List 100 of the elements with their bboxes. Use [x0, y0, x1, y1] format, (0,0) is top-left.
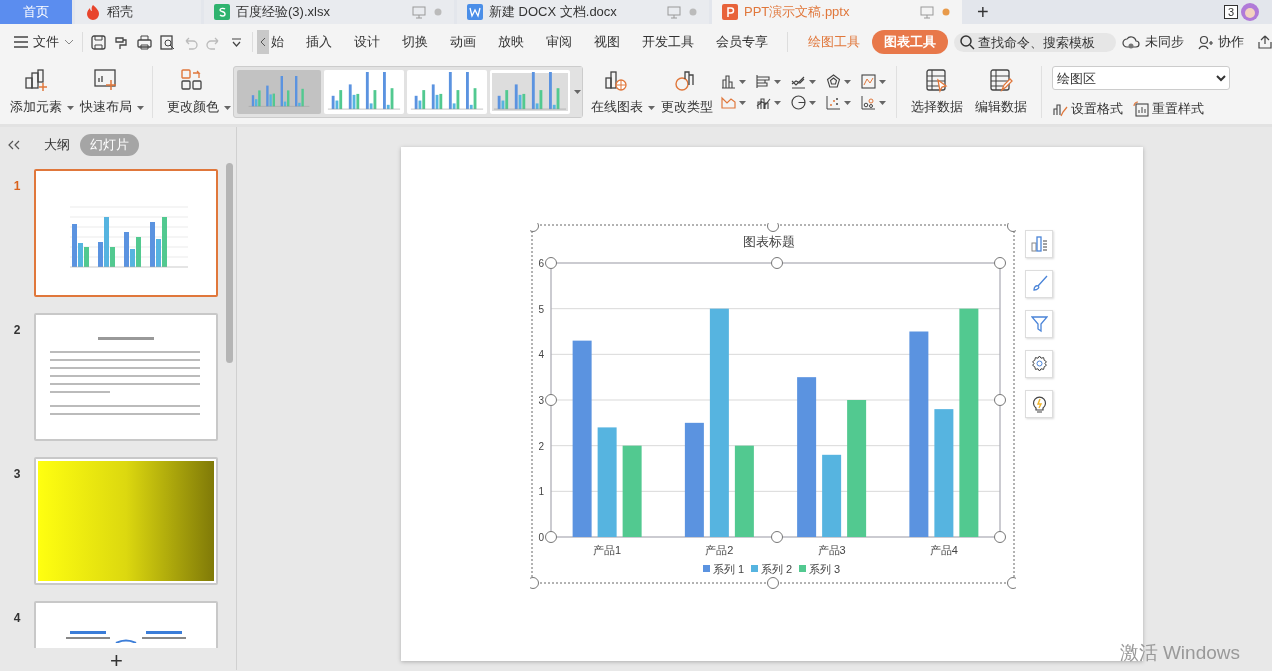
- legend-item[interactable]: 系列 2: [751, 563, 793, 575]
- lightbulb-button[interactable]: [1025, 390, 1053, 418]
- chart-type-button[interactable]: [826, 74, 851, 89]
- ribbon-tab[interactable]: 插入: [295, 30, 343, 54]
- ribbon-tab[interactable]: 开发工具: [631, 30, 705, 54]
- legend-item[interactable]: 系列 1: [703, 563, 745, 575]
- resize-handle[interactable]: [1007, 577, 1016, 589]
- search-field[interactable]: 查找命令、搜索模板: [954, 32, 1116, 52]
- bar[interactable]: [909, 331, 929, 537]
- bar[interactable]: [709, 308, 729, 537]
- window-count[interactable]: 3: [1223, 5, 1238, 19]
- reset-style-button[interactable]: 重置样式: [1133, 100, 1204, 118]
- resize-handle[interactable]: [530, 223, 539, 232]
- resize-handle[interactable]: [771, 531, 783, 543]
- panel-tab[interactable]: 大纲: [34, 134, 80, 156]
- slide-number: 4: [12, 610, 22, 625]
- share-icon[interactable]: [1258, 35, 1272, 49]
- document-tab[interactable]: 百度经验(3).xlsx: [204, 0, 454, 24]
- select-data-icon: [924, 68, 950, 94]
- online-chart-button[interactable]: 在线图表: [587, 66, 653, 118]
- axis-category-label: 产品3: [817, 544, 846, 556]
- chart-type-button[interactable]: [721, 74, 746, 89]
- search-icon: [960, 34, 975, 50]
- save-icon[interactable]: [91, 34, 106, 50]
- document-tab[interactable]: 新建 DOCX 文档.docx: [457, 0, 709, 24]
- axis-tick-label: 3: [538, 395, 544, 406]
- format-painter-icon[interactable]: [114, 34, 129, 50]
- brush-button[interactable]: [1025, 270, 1053, 298]
- bar[interactable]: [797, 377, 817, 537]
- resize-handle[interactable]: [767, 577, 779, 589]
- combo-chart-icon: [756, 95, 771, 110]
- avatar-icon[interactable]: [1240, 2, 1260, 22]
- resize-handle[interactable]: [530, 577, 539, 589]
- resize-handle[interactable]: [545, 257, 557, 269]
- bar[interactable]: [822, 454, 842, 537]
- change-color-button[interactable]: 更改颜色: [163, 66, 229, 118]
- bar-chart[interactable]: 图表标题 0 1 2 3 4 5 6 产品1 产品2 产品3 产品4 系列 1 系列 2 系列 3: [530, 223, 1016, 589]
- select-data-button[interactable]: 选择数据: [907, 66, 967, 118]
- format-button[interactable]: 设置格式: [1052, 100, 1123, 118]
- resize-handle[interactable]: [545, 531, 557, 543]
- chart-type-button[interactable]: [721, 95, 746, 110]
- add-element-button[interactable]: 添加元素: [6, 66, 72, 118]
- caret-icon: [809, 100, 816, 105]
- chart-type-button[interactable]: [861, 74, 886, 89]
- chart-elements-button[interactable]: [1025, 230, 1053, 258]
- ribbon-tab[interactable]: 始: [271, 30, 295, 54]
- chart-title[interactable]: 图表标题: [743, 234, 795, 249]
- legend-item[interactable]: 系列 3: [799, 563, 841, 575]
- settings-button[interactable]: [1025, 350, 1053, 378]
- settings-icon: [1030, 355, 1048, 373]
- resize-handle[interactable]: [545, 394, 557, 406]
- caret-icon: [224, 106, 231, 110]
- collaborate-button[interactable]: 协作: [1198, 30, 1244, 54]
- add-slide-button[interactable]: +: [110, 652, 123, 670]
- resize-handle[interactable]: [1007, 223, 1016, 232]
- collapse-icon[interactable]: [8, 140, 20, 150]
- resize-handle[interactable]: [994, 531, 1006, 543]
- bar[interactable]: [572, 340, 592, 537]
- ribbon-tab[interactable]: 动画: [439, 30, 487, 54]
- change-type-button[interactable]: 更改类型: [657, 66, 717, 118]
- chart-type-button[interactable]: [756, 95, 781, 110]
- brush-icon: [1030, 275, 1048, 293]
- ribbon-tab[interactable]: 视图: [583, 30, 631, 54]
- ribbon-tab[interactable]: 放映: [487, 30, 535, 54]
- ribbon-tab[interactable]: 会员专享: [705, 30, 779, 54]
- legend-label: 系列 2: [761, 563, 793, 575]
- new-tab-button[interactable]: +: [965, 0, 1001, 24]
- ribbon-tab[interactable]: 设计: [343, 30, 391, 54]
- resize-handle[interactable]: [994, 394, 1006, 406]
- plot-area-border[interactable]: [550, 262, 1001, 538]
- chart-type-button[interactable]: [826, 95, 851, 110]
- scroll-left-button[interactable]: [257, 30, 269, 54]
- scrollbar-thumb[interactable]: [226, 163, 233, 363]
- resize-handle[interactable]: [767, 223, 779, 232]
- caret-icon: [844, 100, 851, 105]
- quick-layout-button[interactable]: 快速布局: [76, 66, 142, 118]
- print-icon[interactable]: [137, 34, 152, 50]
- chart-element-dropdown[interactable]: 绘图区: [1052, 66, 1230, 90]
- chart-type-button[interactable]: [791, 95, 816, 110]
- document-tab[interactable]: 稻壳: [75, 0, 201, 24]
- monitor-icon: [920, 5, 934, 19]
- filter-button[interactable]: [1025, 310, 1053, 338]
- resize-handle[interactable]: [771, 257, 783, 269]
- chart-type-button[interactable]: [861, 95, 886, 110]
- resize-handle[interactable]: [994, 257, 1006, 269]
- chart-type-button[interactable]: [756, 74, 781, 89]
- chart-type-button[interactable]: [791, 74, 816, 89]
- ribbon-tab[interactable]: 切换: [391, 30, 439, 54]
- axis-tick-label: 4: [538, 349, 544, 361]
- bar[interactable]: [847, 400, 867, 537]
- edit-data-button[interactable]: 编辑数据: [971, 66, 1031, 118]
- activation-notice: 激活 Windows: [1119, 641, 1240, 665]
- axis-tick-label: 1: [538, 486, 544, 498]
- print-preview-icon[interactable]: [160, 34, 175, 50]
- sync-button[interactable]: 未同步: [1122, 30, 1184, 54]
- file-menu[interactable]: 文件: [14, 30, 74, 54]
- ribbon-tab[interactable]: 审阅: [535, 30, 583, 54]
- bar[interactable]: [684, 422, 704, 537]
- gallery-expand-button[interactable]: [573, 67, 582, 117]
- bar[interactable]: [734, 445, 754, 537]
